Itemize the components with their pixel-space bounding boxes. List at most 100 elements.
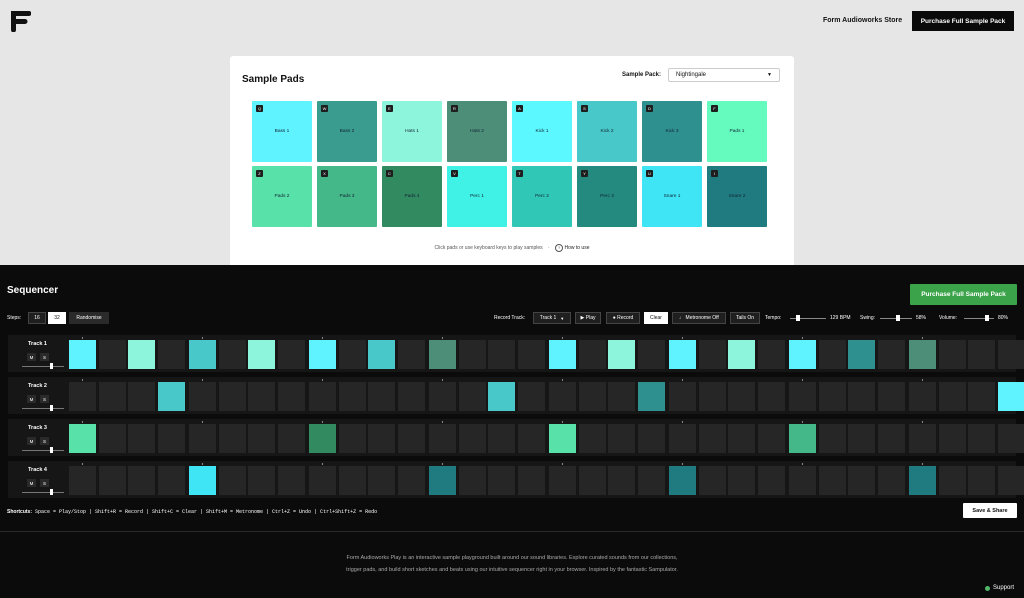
step-cell[interactable] — [938, 466, 966, 495]
step-cell[interactable] — [938, 424, 966, 453]
tails-button[interactable]: Tails On — [730, 312, 760, 324]
step-cell[interactable] — [608, 382, 635, 411]
step-cell[interactable] — [669, 382, 696, 411]
step-cell[interactable] — [698, 466, 726, 495]
step-cell[interactable] — [608, 340, 635, 369]
mute-button[interactable]: M — [27, 353, 36, 361]
step-cell[interactable] — [157, 424, 185, 453]
mute-button[interactable]: M — [27, 479, 36, 487]
swing-slider[interactable] — [880, 315, 912, 321]
store-link[interactable]: Form Audioworks Store — [823, 17, 902, 24]
step-cell[interactable] — [458, 382, 486, 411]
step-cell[interactable] — [517, 382, 545, 411]
step-cell[interactable] — [397, 466, 425, 495]
metronome-button[interactable]: ♩ Metronome Off — [672, 312, 726, 324]
sample-pad[interactable]: T Perc 2 — [512, 166, 572, 227]
step-cell[interactable] — [818, 340, 846, 369]
step-cell[interactable] — [517, 340, 545, 369]
step-cell[interactable] — [309, 340, 336, 369]
step-cell[interactable] — [248, 382, 275, 411]
step-cell[interactable] — [968, 424, 995, 453]
step-cell[interactable] — [98, 340, 126, 369]
step-cell[interactable] — [757, 424, 785, 453]
step-cell[interactable] — [698, 424, 726, 453]
sample-pad[interactable]: E Hats 1 — [382, 101, 442, 162]
step-cell[interactable] — [877, 424, 905, 453]
step-cell[interactable] — [128, 382, 155, 411]
step-cell[interactable] — [938, 382, 966, 411]
step-cell[interactable] — [248, 466, 275, 495]
step-cell[interactable] — [429, 382, 456, 411]
step-cell[interactable] — [98, 466, 126, 495]
step-cell[interactable] — [698, 382, 726, 411]
randomise-button[interactable]: Randomise — [69, 312, 109, 324]
track-volume-knob[interactable] — [50, 489, 53, 495]
step-cell[interactable] — [248, 340, 275, 369]
step-cell[interactable] — [997, 382, 1024, 411]
step-cell[interactable] — [157, 340, 185, 369]
step-cell[interactable] — [848, 466, 875, 495]
step-cell[interactable] — [608, 466, 635, 495]
step-cell[interactable] — [669, 466, 696, 495]
step-cell[interactable] — [218, 382, 246, 411]
clear-button[interactable]: Clear — [644, 312, 668, 324]
sample-pad[interactable]: R Hats 2 — [447, 101, 507, 162]
step-cell[interactable] — [397, 340, 425, 369]
play-button[interactable]: ▶ Play — [575, 312, 601, 324]
step-cell[interactable] — [848, 424, 875, 453]
step-cell[interactable] — [488, 340, 515, 369]
sample-pad[interactable]: U Snare 1 — [642, 166, 702, 227]
step-cell[interactable] — [789, 382, 816, 411]
volume-slider-knob[interactable] — [984, 315, 989, 321]
sample-pad[interactable]: D Kick 3 — [642, 101, 702, 162]
record-track-select[interactable]: Track 1 ▼ — [533, 312, 571, 324]
solo-button[interactable]: S — [40, 479, 49, 487]
step-cell[interactable] — [637, 340, 665, 369]
step-cell[interactable] — [368, 382, 395, 411]
step-cell[interactable] — [757, 340, 785, 369]
step-cell[interactable] — [818, 466, 846, 495]
sample-pack-select[interactable]: Nightingale ▼ — [668, 68, 780, 82]
step-cell[interactable] — [669, 424, 696, 453]
step-cell[interactable] — [98, 424, 126, 453]
step-cell[interactable] — [909, 340, 936, 369]
track-volume-slider[interactable] — [22, 450, 64, 451]
step-cell[interactable] — [69, 424, 96, 453]
step-cell[interactable] — [429, 424, 456, 453]
step-cell[interactable] — [578, 466, 606, 495]
track-volume-slider[interactable] — [22, 366, 64, 367]
step-cell[interactable] — [338, 424, 366, 453]
step-cell[interactable] — [157, 382, 185, 411]
step-cell[interactable] — [578, 340, 606, 369]
track-volume-slider[interactable] — [22, 408, 64, 409]
step-cell[interactable] — [968, 340, 995, 369]
step-cell[interactable] — [309, 382, 336, 411]
step-cell[interactable] — [218, 424, 246, 453]
step-cell[interactable] — [968, 382, 995, 411]
step-cell[interactable] — [338, 382, 366, 411]
step-cell[interactable] — [997, 466, 1024, 495]
solo-button[interactable]: S — [40, 395, 49, 403]
step-cell[interactable] — [69, 340, 96, 369]
step-cell[interactable] — [277, 340, 305, 369]
sample-pad[interactable]: V Perc 1 — [447, 166, 507, 227]
track-volume-knob[interactable] — [50, 405, 53, 411]
step-cell[interactable] — [728, 340, 755, 369]
step-cell[interactable] — [637, 424, 665, 453]
purchase-button[interactable]: Purchase Full Sample Pack — [912, 11, 1014, 31]
step-cell[interactable] — [909, 466, 936, 495]
steps-32-button[interactable]: 32 — [48, 312, 66, 324]
step-cell[interactable] — [698, 340, 726, 369]
step-cell[interactable] — [818, 382, 846, 411]
step-cell[interactable] — [128, 466, 155, 495]
step-cell[interactable] — [549, 340, 576, 369]
tempo-slider-knob[interactable] — [796, 315, 801, 321]
step-cell[interactable] — [637, 466, 665, 495]
sample-pad[interactable]: A Kick 1 — [512, 101, 572, 162]
step-cell[interactable] — [877, 382, 905, 411]
record-button[interactable]: ● Record — [606, 312, 640, 324]
step-cell[interactable] — [488, 466, 515, 495]
step-cell[interactable] — [397, 382, 425, 411]
step-cell[interactable] — [429, 466, 456, 495]
sample-pad[interactable]: S Kick 2 — [577, 101, 637, 162]
